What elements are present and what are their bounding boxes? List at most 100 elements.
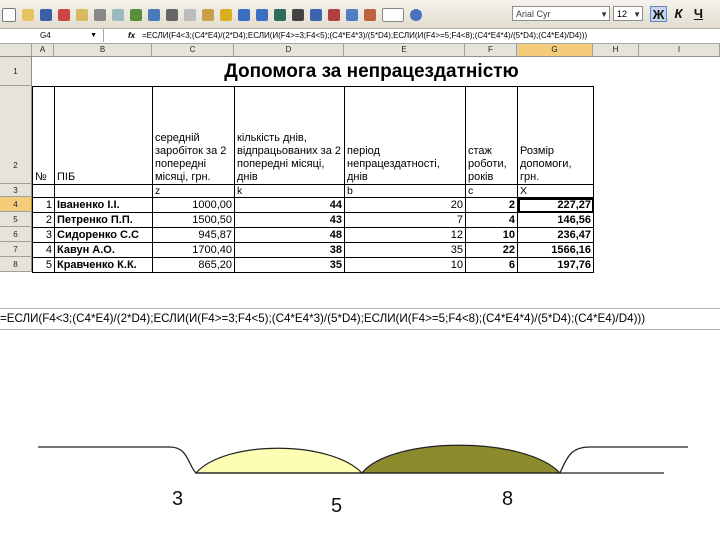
- row-header[interactable]: 1: [0, 57, 32, 86]
- column-header-g[interactable]: G: [517, 44, 593, 56]
- column-header-h[interactable]: H: [593, 44, 639, 56]
- header-cell-name[interactable]: ПІБ: [54, 86, 153, 185]
- sort-asc-icon[interactable]: [310, 9, 322, 21]
- header-cell-days[interactable]: кількість днів, відпрацьованих за 2 попе…: [234, 86, 345, 185]
- cell-number[interactable]: 5: [32, 257, 55, 273]
- cell-number[interactable]: 2: [32, 212, 55, 228]
- row-header[interactable]: 7: [0, 242, 32, 257]
- header-cell-benefit[interactable]: Розмір допомоги, грн.: [517, 86, 594, 185]
- column-header-i[interactable]: I: [639, 44, 720, 56]
- cell-days[interactable]: 44: [234, 197, 345, 213]
- sort-desc-icon[interactable]: [328, 9, 340, 21]
- function-icon[interactable]: fx: [128, 29, 135, 43]
- cell-salary[interactable]: 1000,00: [152, 197, 235, 213]
- cell-benefit-selected[interactable]: 227,27: [517, 197, 594, 213]
- header-cell-salary[interactable]: середній заробіток за 2 попередні місяці…: [152, 86, 235, 185]
- preview-icon[interactable]: [112, 9, 124, 21]
- cell-experience[interactable]: 2: [465, 197, 518, 213]
- cell-days[interactable]: 43: [234, 212, 345, 228]
- row-header[interactable]: 3: [0, 184, 32, 197]
- hyperlink-icon[interactable]: [274, 9, 286, 21]
- help-icon[interactable]: [410, 9, 422, 21]
- column-header-c[interactable]: C: [152, 44, 234, 56]
- row-header[interactable]: 5: [0, 212, 32, 227]
- cell-benefit[interactable]: 146,56: [517, 212, 594, 228]
- var-cell[interactable]: [32, 184, 55, 198]
- cell-name[interactable]: Кавун А.О.: [54, 242, 153, 258]
- header-cell-number[interactable]: №: [32, 86, 55, 185]
- cell-days[interactable]: 38: [234, 242, 345, 258]
- format-painter-icon[interactable]: [220, 9, 232, 21]
- header-cell-period[interactable]: період непрацездатності, днів: [344, 86, 466, 185]
- var-cell-benefit[interactable]: X: [517, 184, 594, 198]
- column-header-a[interactable]: A: [32, 44, 54, 56]
- cell-period[interactable]: 7: [344, 212, 466, 228]
- name-box[interactable]: G4 ▼: [0, 29, 104, 42]
- copy-icon[interactable]: [184, 9, 196, 21]
- cell-number[interactable]: 3: [32, 227, 55, 243]
- print-icon[interactable]: [94, 9, 106, 21]
- table-row: 4 Кавун А.О. 1700,40 38 35 22 1566,16: [32, 242, 594, 258]
- cell-salary[interactable]: 945,87: [152, 227, 235, 243]
- research-icon[interactable]: [148, 9, 160, 21]
- var-cell[interactable]: [54, 184, 153, 198]
- column-header-d[interactable]: D: [234, 44, 344, 56]
- row-header[interactable]: 6: [0, 227, 32, 242]
- save-icon[interactable]: [40, 9, 52, 21]
- cell-salary[interactable]: 865,20: [152, 257, 235, 273]
- cell-benefit[interactable]: 1566,16: [517, 242, 594, 258]
- redo-icon[interactable]: [256, 9, 268, 21]
- cell-experience[interactable]: 6: [465, 257, 518, 273]
- formula-input[interactable]: =ЕСЛИ(F4<3;(C4*E4)/(2*D4);ЕСЛИ(И(F4>=3;F…: [142, 29, 587, 43]
- cell-name[interactable]: Петренко П.П.: [54, 212, 153, 228]
- cell-experience[interactable]: 22: [465, 242, 518, 258]
- italic-button[interactable]: К: [670, 6, 687, 22]
- autosum-icon[interactable]: [292, 9, 304, 21]
- cut-icon[interactable]: [166, 9, 178, 21]
- cell-period[interactable]: 12: [344, 227, 466, 243]
- drawing-icon[interactable]: [364, 9, 376, 21]
- cell-salary[interactable]: 1500,50: [152, 212, 235, 228]
- email-icon[interactable]: [76, 9, 88, 21]
- cell-number[interactable]: 1: [32, 197, 55, 213]
- font-size-select[interactable]: 12 ▼: [613, 6, 643, 21]
- zoom-icon[interactable]: [382, 8, 404, 22]
- undo-icon[interactable]: [238, 9, 250, 21]
- cell-experience[interactable]: 10: [465, 227, 518, 243]
- var-cell-experience[interactable]: c: [465, 184, 518, 198]
- open-icon[interactable]: [22, 9, 34, 21]
- cell-name[interactable]: Іваненко І.І.: [54, 197, 153, 213]
- cell-days[interactable]: 35: [234, 257, 345, 273]
- bold-button[interactable]: Ж: [650, 6, 667, 22]
- column-headers: A B C D E F G H I: [0, 44, 720, 57]
- cell-benefit[interactable]: 236,47: [517, 227, 594, 243]
- cell-period[interactable]: 35: [344, 242, 466, 258]
- cell-name[interactable]: Кравченко К.К.: [54, 257, 153, 273]
- row-header[interactable]: 4: [0, 197, 32, 212]
- cell-salary[interactable]: 1700,40: [152, 242, 235, 258]
- var-cell-period[interactable]: b: [344, 184, 466, 198]
- spell-icon[interactable]: [130, 9, 142, 21]
- permission-icon[interactable]: [58, 9, 70, 21]
- paste-icon[interactable]: [202, 9, 214, 21]
- font-name-select[interactable]: Arial Cyr ▼: [512, 6, 610, 21]
- header-cell-experience[interactable]: стаж роботи, років: [465, 86, 518, 185]
- var-cell-days[interactable]: k: [234, 184, 345, 198]
- cell-days[interactable]: 48: [234, 227, 345, 243]
- cell-name[interactable]: Сидоренко С.С: [54, 227, 153, 243]
- cell-benefit[interactable]: 197,76: [517, 257, 594, 273]
- chart-icon[interactable]: [346, 9, 358, 21]
- new-icon[interactable]: [2, 8, 16, 22]
- column-header-b[interactable]: B: [54, 44, 152, 56]
- cell-experience[interactable]: 4: [465, 212, 518, 228]
- select-all-button[interactable]: [0, 44, 32, 56]
- var-cell-salary[interactable]: z: [152, 184, 235, 198]
- cell-period[interactable]: 10: [344, 257, 466, 273]
- cell-period[interactable]: 20: [344, 197, 466, 213]
- column-header-e[interactable]: E: [344, 44, 465, 56]
- row-header[interactable]: 8: [0, 257, 32, 272]
- column-header-f[interactable]: F: [465, 44, 517, 56]
- underline-button[interactable]: Ч: [690, 6, 707, 22]
- row-header[interactable]: 2: [0, 86, 32, 184]
- cell-number[interactable]: 4: [32, 242, 55, 258]
